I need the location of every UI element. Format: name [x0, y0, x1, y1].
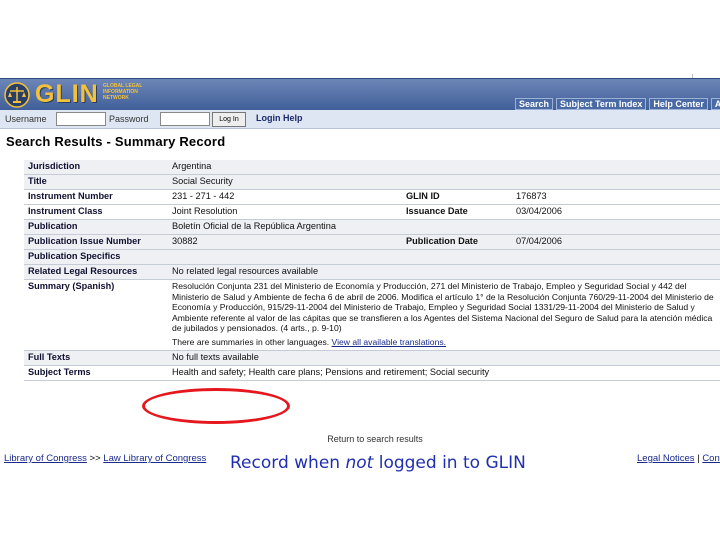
caption-emphasis: not	[345, 453, 374, 473]
glin-id-value: 176873	[512, 189, 720, 205]
table-row: Summary (Spanish) Resolución Conjunta 23…	[24, 279, 720, 351]
legal-notices-link[interactable]: Legal Notices	[637, 453, 695, 464]
publication-specifics-value	[168, 249, 720, 265]
table-row: Publication Issue Number 30882 Publicati…	[24, 234, 720, 250]
summary-record-table: Jurisdiction Argentina Title Social Secu…	[24, 160, 720, 381]
subject-terms-value: Health and safety; Health care plans; Pe…	[168, 365, 720, 381]
table-row: Title Social Security	[24, 174, 720, 190]
jurisdiction-value: Argentina	[168, 160, 720, 175]
jurisdiction-label: Jurisdiction	[24, 160, 168, 175]
login-bar: Username Password Log In Login Help	[0, 110, 720, 129]
title-value: Social Security	[168, 174, 720, 190]
table-row: Instrument Class Joint Resolution Issuan…	[24, 204, 720, 220]
publication-date-value: 07/04/2006	[512, 234, 720, 250]
other-languages-text: There are summaries in other languages.	[172, 336, 330, 347]
glin-logo-subtitle: GLOBAL LEGAL INFORMATION NETWORK	[103, 83, 143, 101]
issuance-date-value: 03/04/2006	[512, 204, 720, 220]
browser-screenshot: GLIN GLOBAL LEGAL INFORMATION NETWORK Se…	[0, 78, 720, 468]
instrument-number-value: 231 - 271 - 442	[168, 189, 402, 205]
caption-end: logged in to GLIN	[373, 453, 526, 473]
page-title: Search Results - Summary Record	[6, 134, 226, 149]
summary-text: Resolución Conjunta 231 del Ministerio d…	[172, 281, 714, 334]
instrument-class-label: Instrument Class	[24, 204, 168, 220]
login-button[interactable]: Log In	[212, 112, 246, 127]
footer-links: Legal Notices | Contact	[637, 453, 720, 464]
glin-id-label: GLIN ID	[402, 189, 512, 205]
glin-header: GLIN GLOBAL LEGAL INFORMATION NETWORK Se…	[0, 78, 720, 111]
slide-caption: Record when not logged in to GLIN	[230, 453, 526, 473]
table-row: Subject Terms Health and safety; Health …	[24, 365, 720, 381]
summary-label: Summary (Spanish)	[24, 279, 168, 351]
issuance-date-label: Issuance Date	[402, 204, 512, 220]
publication-specifics-label: Publication Specifics	[24, 249, 168, 265]
table-row: Publication Boletín Oficial de la Repúbl…	[24, 219, 720, 235]
red-highlight-oval	[142, 388, 290, 424]
table-row: Instrument Number 231 - 271 - 442 GLIN I…	[24, 189, 720, 205]
password-input[interactable]	[160, 112, 210, 126]
table-row: Full Texts No full texts available	[24, 350, 720, 366]
instrument-class-value: Joint Resolution	[168, 204, 402, 220]
related-resources-label: Related Legal Resources	[24, 264, 168, 280]
related-resources-value: No related legal resources available	[168, 264, 720, 280]
issue-number-value: 30882	[168, 234, 402, 250]
nav-subject-term-index[interactable]: Subject Term Index	[556, 98, 647, 110]
username-input[interactable]	[56, 112, 106, 126]
subject-terms-label: Subject Terms	[24, 365, 168, 381]
view-translations-link[interactable]: View all available translations.	[332, 337, 447, 347]
summary-cell: Resolución Conjunta 231 del Ministerio d…	[168, 279, 720, 351]
issue-number-label: Publication Issue Number	[24, 234, 168, 250]
main-nav: Search Subject Term Index Help Center Ab…	[512, 98, 720, 110]
publication-date-label: Publication Date	[402, 234, 512, 250]
contact-link[interactable]: Contact	[702, 453, 720, 464]
nav-search[interactable]: Search	[515, 98, 554, 110]
publication-label: Publication	[24, 219, 168, 235]
nav-help-center[interactable]: Help Center	[649, 98, 708, 110]
breadcrumb-separator: >>	[86, 453, 104, 464]
login-help-link[interactable]: Login Help	[256, 113, 303, 123]
full-texts-value: No full texts available	[168, 350, 720, 366]
title-label: Title	[24, 174, 168, 190]
globe-scales-icon	[4, 82, 30, 108]
publication-value: Boletín Oficial de la República Argentin…	[168, 219, 720, 235]
caption-start: Record when	[230, 453, 346, 473]
footer-breadcrumb: Library of Congress >> Law Library of Co…	[4, 453, 206, 464]
password-label: Password	[109, 114, 149, 124]
table-row: Related Legal Resources No related legal…	[24, 264, 720, 280]
username-label: Username	[5, 114, 47, 124]
law-library-link[interactable]: Law Library of Congress	[103, 453, 206, 464]
full-texts-label: Full Texts	[24, 350, 168, 366]
table-row: Publication Specifics	[24, 249, 720, 265]
nav-about[interactable]: About	[710, 98, 720, 110]
glin-logo[interactable]: GLIN	[35, 80, 99, 109]
return-to-search-link[interactable]: Return to search results	[0, 434, 720, 444]
instrument-number-label: Instrument Number	[24, 189, 168, 205]
library-of-congress-link[interactable]: Library of Congress	[4, 453, 87, 464]
table-row: Jurisdiction Argentina	[24, 160, 720, 175]
other-languages-line: There are summaries in other languages. …	[172, 337, 716, 348]
